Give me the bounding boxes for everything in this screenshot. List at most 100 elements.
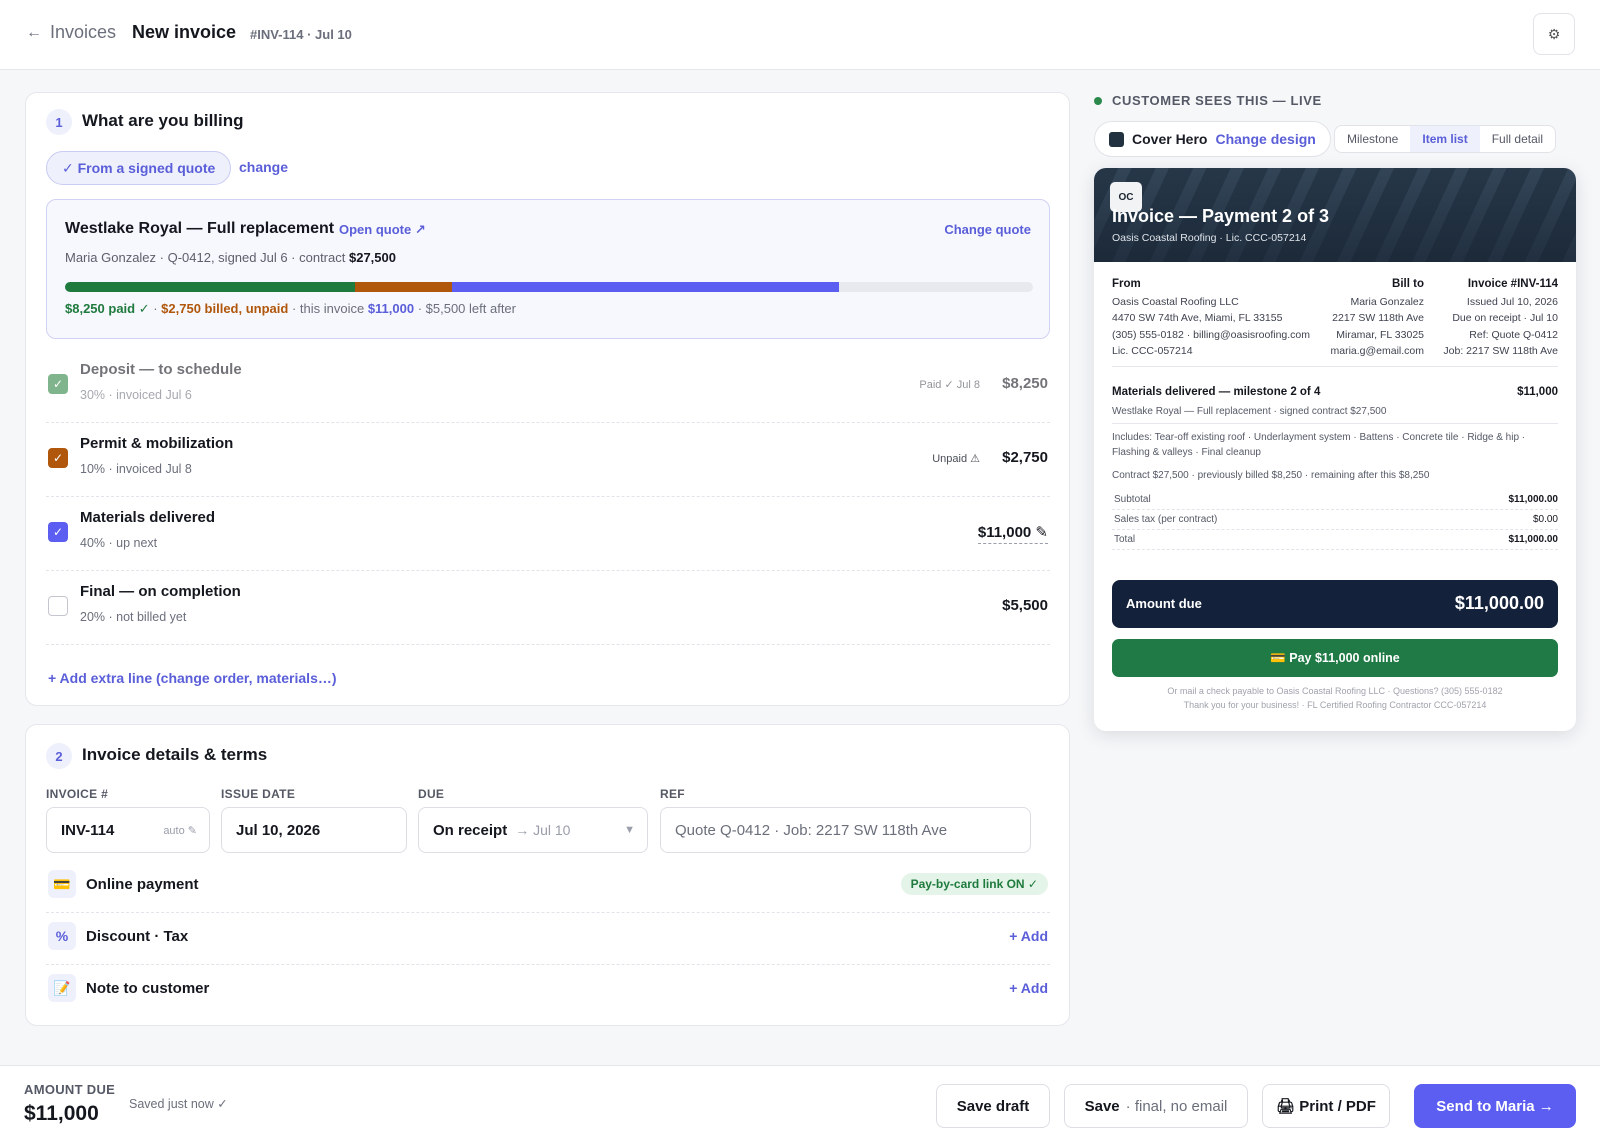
due-date-hint: → Jul 10 [515,822,571,838]
bill-to-block: Bill to Maria Gonzalez 2217 SW 118th Ave… [1322,276,1424,360]
add-note-button[interactable]: + Add [1009,980,1048,996]
from-line: 4470 SW 74th Ave, Miami, FL 33155 [1112,312,1283,324]
milestone-row[interactable]: Final — on completion 20% · not billed y… [46,571,1050,645]
details-section: 2 Invoice details & terms INVOICE # ISSU… [25,724,1070,1026]
step-number: 2 [46,743,72,769]
milestone-row[interactable]: ✓ Materials delivered 40% · up next $11,… [46,497,1050,571]
divider [1112,423,1558,424]
preview-footer-line: Thank you for your business! · FL Certif… [1183,700,1487,710]
progress-legend: $8,250 paid ✓ · $2,750 billed, unpaid · … [65,301,516,317]
design-name: Cover Hero [1132,131,1208,147]
section-title: Invoice details & terms [82,745,268,764]
source-quote-pill[interactable]: ✓ From a signed quote [46,151,232,185]
back-label: Invoices [50,22,117,42]
preview-parties: From Oasis Coastal Roofing LLC 4470 SW 7… [1112,276,1558,358]
bill-to-line: 2217 SW 118th Ave [1332,312,1424,324]
progress-this-invoice [452,282,840,292]
milestone-row[interactable]: ✓ Permit & mobilization 10% · invoiced J… [46,423,1050,497]
pay-link-badge[interactable]: Pay-by-card link ON ✓ [900,873,1048,895]
invoice-line: Issued Jul 10, 2026 [1466,295,1558,308]
save-draft-button[interactable]: Save draft [936,1084,1050,1128]
print-pdf-button[interactable]: 🖨 Print / PDF [1262,1084,1390,1128]
pay-online-button[interactable]: 💳 Pay $11,000 online [1112,639,1558,677]
milestone-checkbox[interactable] [48,596,68,616]
preview-footer-line: Or mail a check payable to Oasis Coastal… [1167,686,1503,696]
invoice-number-value: INV-114 [61,821,115,839]
discount-tax-row[interactable]: % Discount · Tax + Add [46,913,1050,965]
legend-this-label: · this invoice [288,301,368,316]
bill-to-line: maria.g@email.com [1330,345,1424,357]
option-label: Note to customer [86,980,210,997]
tax-row: Sales tax (per contract) $0.00 [1112,510,1558,530]
milestone-name: Materials delivered [80,509,216,526]
preview-mode-toggle: Milestone Item list Full detail [1334,125,1557,153]
back-arrow-icon: ← [26,23,42,41]
invoice-line: Job: 2217 SW 118th Ave [1443,345,1558,357]
milestone-checkbox[interactable]: ✓ [48,374,68,394]
milestone-checkbox[interactable]: ✓ [48,522,68,542]
gear-icon: ⚙ [1547,25,1561,42]
progress-unpaid [355,282,453,292]
save-final-sub: · final, no email [1125,1097,1228,1115]
quote-summary: Westlake Royal — Full replacement Open q… [46,199,1050,339]
design-picker[interactable]: Cover Hero Change design [1094,121,1331,157]
milestone-amount: $8,250 [1002,375,1048,392]
page-title: New invoice [132,22,237,42]
save-final-button[interactable]: Save · final, no email [1064,1084,1248,1128]
milestone-name: Permit & mobilization [80,435,234,452]
live-dot-icon [1094,96,1102,105]
add-extra-line-link[interactable]: + Add extra line (change order, material… [48,670,337,686]
step-number: 1 [46,109,72,135]
change-design-link[interactable]: Change design [1215,131,1315,147]
note-row[interactable]: 📝 Note to customer + Add [46,965,1050,1017]
amount-due-value: $11,000.00 [1454,593,1544,613]
bottom-action-bar: AMOUNT DUE $11,000 Saved just now ✓ Save… [0,1065,1600,1145]
settings-button[interactable]: ⚙ [1533,13,1575,55]
mode-item-list[interactable]: Item list [1410,126,1480,152]
change-quote-link[interactable]: Change quote [944,222,1031,237]
due-value: On receipt [433,821,508,839]
preview-milestone-amount: $11,000 [1517,386,1558,398]
total-row: Total $11,000.00 [1112,530,1558,550]
ref-field[interactable]: Quote Q-0412 · Job: 2217 SW 118th Ave [660,807,1031,853]
open-quote-link[interactable]: Open quote ↗ [339,222,426,238]
invoice-info-block: Invoice #INV-114 Issued Jul 10, 2026 Due… [1426,276,1558,360]
online-payment-row[interactable]: 💳 Online payment Pay-by-card link ON ✓ [46,861,1050,913]
total-label: Total [1114,534,1136,545]
add-discount-button[interactable]: + Add [1009,928,1048,944]
legend-left-after: · $5,500 left after [414,301,516,316]
milestone-sub: 10% · invoiced Jul 8 [80,462,192,476]
mode-milestone[interactable]: Milestone [1335,126,1410,152]
ref-value: Quote Q-0412 · Job: 2217 SW 118th Ave [675,821,948,839]
back-to-invoices[interactable]: ← Invoices [26,22,116,43]
milestone-checkbox[interactable]: ✓ [48,448,68,468]
milestone-amount-editable[interactable]: $11,000 ✎ [977,523,1048,544]
milestone-amount: $5,500 [1002,597,1048,614]
due-select[interactable]: On receipt → Jul 10 ▼ [418,807,648,853]
option-label: Online payment [86,876,199,893]
divider [1112,366,1558,367]
design-swatch-icon [1109,131,1124,147]
auto-edit-label[interactable]: auto ✎ [163,824,197,837]
milestone-row[interactable]: ✓ Deposit — to schedule 30% · invoiced J… [46,349,1050,423]
change-source-link[interactable]: change [239,159,288,175]
milestone-sub: 20% · not billed yet [80,610,187,624]
issue-date-field[interactable]: Jul 10, 2026 [221,807,407,853]
invoice-number-field[interactable]: INV-114 auto ✎ [46,807,210,853]
total-value: $11,000.00 [1508,494,1559,505]
live-preview-header: CUSTOMER SEES THIS — LIVE [1094,93,1322,108]
milestone-name: Deposit — to schedule [80,361,242,378]
note-icon: 📝 [48,974,76,1002]
section-title: What are you billing [82,111,244,130]
total-label: Subtotal [1114,494,1151,505]
send-button[interactable]: Send to Maria → [1414,1084,1576,1128]
preview-includes: Includes: Tear-off existing roof · Under… [1112,432,1526,458]
total-label: Sales tax (per contract) [1114,514,1218,525]
mode-full-detail[interactable]: Full detail [1480,126,1555,152]
option-label: Discount · Tax [86,928,189,945]
save-final-label: Save [1084,1097,1120,1115]
card-icon: 💳 [48,870,76,898]
live-label: CUSTOMER SEES THIS — LIVE [1112,93,1322,108]
legend-this-amount: $11,000 [367,301,415,316]
bill-to-line: Miramar, FL 33025 [1336,328,1424,341]
